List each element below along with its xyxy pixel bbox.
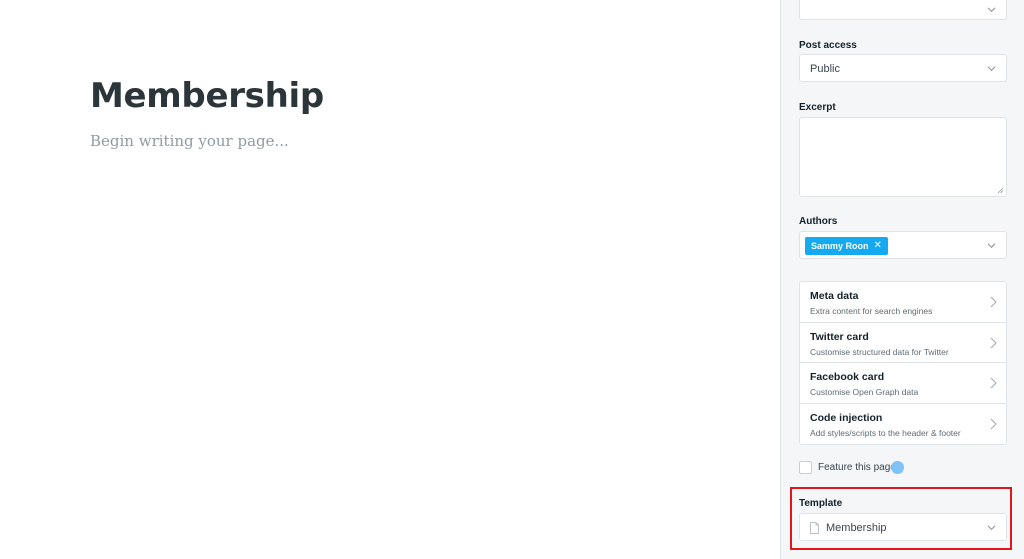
feature-page-checkbox[interactable] bbox=[799, 461, 812, 474]
close-icon[interactable]: ✕ bbox=[874, 241, 882, 251]
chevron-down-icon bbox=[987, 66, 996, 72]
post-access-select[interactable]: Public bbox=[799, 54, 1007, 82]
chevron-down-icon bbox=[987, 243, 996, 249]
page-body-placeholder[interactable]: Begin writing your page... bbox=[90, 132, 289, 150]
menu-item-facebook-card[interactable]: Facebook card Customise Open Graph data bbox=[800, 363, 1006, 404]
post-access-label: Post access bbox=[799, 40, 857, 51]
menu-item-code-injection[interactable]: Code injection Add styles/scripts to the… bbox=[800, 404, 1006, 445]
settings-menu-list: Meta data Extra content for search engin… bbox=[799, 281, 1007, 445]
chevron-right-icon bbox=[990, 337, 997, 348]
page-title[interactable]: Membership bbox=[90, 76, 324, 116]
top-select[interactable] bbox=[799, 0, 1007, 20]
menu-item-meta-data[interactable]: Meta data Extra content for search engin… bbox=[800, 282, 1006, 323]
author-token-label: Sammy Roon bbox=[811, 241, 869, 251]
authors-select[interactable]: Sammy Roon ✕ bbox=[799, 231, 1007, 259]
menu-item-title: Code injection bbox=[810, 411, 883, 424]
cursor-indicator bbox=[891, 461, 904, 474]
author-token[interactable]: Sammy Roon ✕ bbox=[805, 237, 888, 255]
menu-item-subtitle: Add styles/scripts to the header & foote… bbox=[810, 427, 961, 438]
menu-item-subtitle: Customise structured data for Twitter bbox=[810, 346, 949, 357]
feature-page-label[interactable]: Feature this page bbox=[818, 462, 896, 473]
chevron-right-icon bbox=[990, 296, 997, 308]
chevron-right-icon bbox=[990, 377, 997, 389]
excerpt-label: Excerpt bbox=[799, 102, 836, 113]
chevron-right-icon bbox=[990, 418, 997, 429]
menu-item-title: Twitter card bbox=[810, 330, 869, 343]
menu-item-subtitle: Customise Open Graph data bbox=[810, 387, 919, 397]
menu-item-twitter-card[interactable]: Twitter card Customise structured data f… bbox=[800, 323, 1006, 363]
editor-canvas[interactable]: Membership Begin writing your page... bbox=[0, 0, 780, 559]
authors-label: Authors bbox=[799, 216, 838, 227]
menu-item-title: Facebook card bbox=[810, 371, 885, 383]
chevron-down-icon bbox=[987, 7, 996, 13]
menu-item-subtitle: Extra content for search engines bbox=[810, 306, 933, 316]
template-highlight-box bbox=[790, 487, 1012, 550]
menu-item-title: Meta data bbox=[810, 290, 859, 302]
post-access-value: Public bbox=[810, 63, 840, 75]
excerpt-textarea[interactable] bbox=[799, 117, 1007, 197]
settings-sidebar: Post access Public Excerpt Authors Sammy… bbox=[780, 0, 1024, 559]
resize-handle-icon[interactable] bbox=[997, 187, 1004, 194]
feature-page-row[interactable]: Feature this page bbox=[799, 461, 896, 474]
